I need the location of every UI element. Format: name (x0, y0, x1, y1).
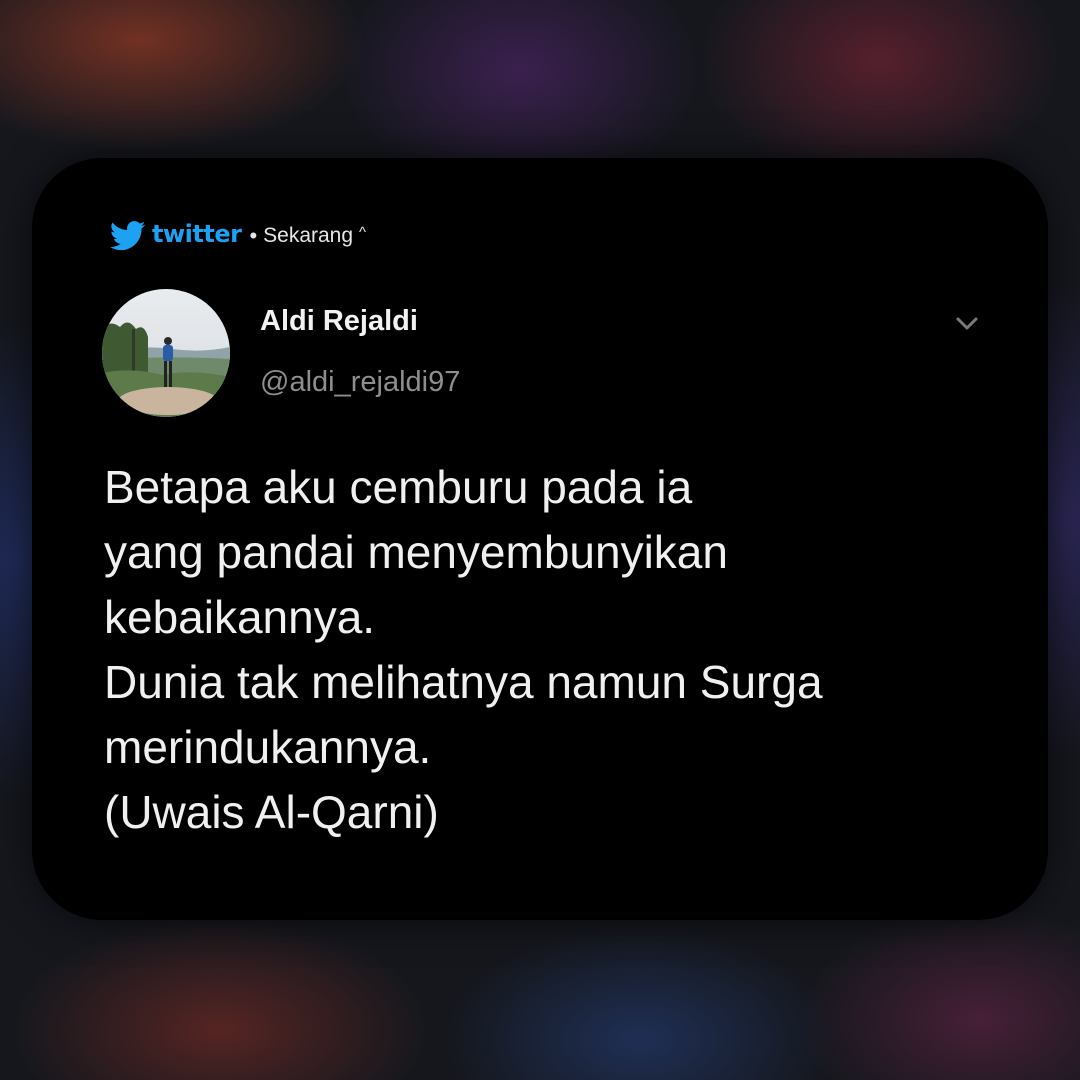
tweet-line: Dunia tak melihatnya namun Surga (104, 656, 823, 708)
chevron-down-icon[interactable] (952, 312, 982, 336)
tweet-line: (Uwais Al-Qarni) (104, 786, 439, 838)
twitter-bird-icon (109, 221, 146, 251)
tweet-line: kebaikannya. (104, 591, 376, 643)
notification-time: Sekarang (263, 224, 354, 247)
avatar[interactable] (102, 289, 230, 417)
notification-header: twitter • Sekarang ^ (109, 218, 366, 254)
tweet-line: merindukannya. (104, 721, 432, 773)
separator-dot: • (249, 223, 258, 248)
author-name[interactable]: Aldi Rejaldi (260, 305, 418, 338)
tweet-text: Betapa aku cemburu pada ia yang pandai m… (104, 455, 984, 845)
app-name: twitter (152, 220, 242, 248)
tweet-line: Betapa aku cemburu pada ia (104, 461, 693, 513)
author-handle[interactable]: @aldi_rejaldi97 (260, 366, 460, 399)
caret-up-icon[interactable]: ^ (359, 224, 366, 241)
blurred-background: twitter • Sekarang ^ Aldi Rejaldi @aldi_… (0, 0, 1080, 1080)
tweet-line: yang pandai menyembunyikan (104, 526, 728, 578)
